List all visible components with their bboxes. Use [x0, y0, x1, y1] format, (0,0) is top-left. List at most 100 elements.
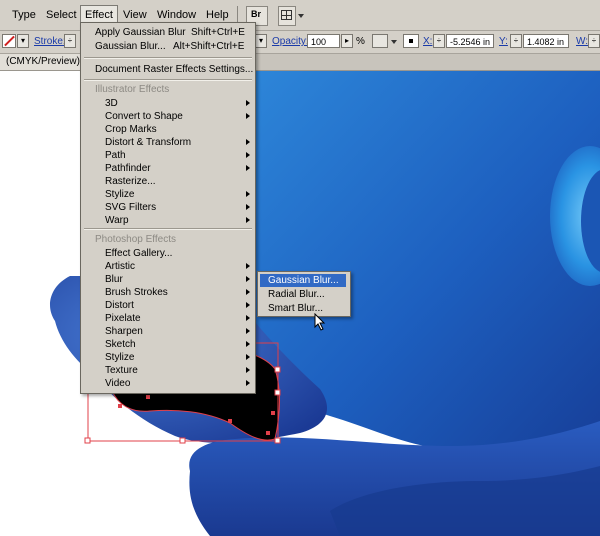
submenu-arrow-icon — [246, 315, 250, 321]
x-label[interactable]: X: — [423, 36, 432, 47]
menu-separator — [84, 79, 252, 81]
effect-menu-item-crop-marks[interactable]: Crop Marks — [83, 123, 253, 136]
stroke-swatch[interactable] — [2, 34, 16, 48]
effect-menu-item-texture[interactable]: Texture — [83, 364, 253, 377]
illustrator-effects-heading: Illustrator Effects — [95, 84, 170, 95]
y-input[interactable]: 1.4082 in — [523, 34, 569, 48]
raster-settings-item[interactable]: Document Raster Effects Settings... — [83, 63, 253, 76]
w-stepper[interactable]: ÷ — [588, 34, 600, 48]
submenu-arrow-icon — [246, 165, 250, 171]
y-stepper[interactable]: ÷ — [510, 34, 522, 48]
anchor-point[interactable] — [146, 395, 150, 399]
submenu-arrow-icon — [246, 204, 250, 210]
effect-menu-item-blur[interactable]: Blur — [83, 273, 253, 286]
menu-type[interactable]: Type — [8, 6, 40, 24]
bridge-label: Br — [251, 9, 262, 19]
chevron-down-icon[interactable] — [298, 14, 304, 18]
bbox-handle[interactable] — [84, 437, 91, 444]
x-stepper[interactable]: ÷ — [433, 34, 445, 48]
effect-menu-item-warp[interactable]: Warp — [83, 214, 253, 227]
bbox-handle[interactable] — [274, 437, 281, 444]
submenu-arrow-icon — [246, 152, 250, 158]
effect-menu-item-rasterize[interactable]: Rasterize... — [83, 175, 253, 188]
effect-menu-item-label: Convert to Shape — [105, 111, 183, 122]
anchor-point[interactable] — [228, 419, 232, 423]
document-tab[interactable]: (CMYK/Preview) — [0, 54, 87, 70]
chevron-down-icon[interactable]: ▾ — [17, 34, 29, 48]
last-effect-item[interactable]: Gaussian Blur... Alt+Shift+Ctrl+E — [83, 40, 253, 53]
effect-menu-item-label: Pathfinder — [105, 163, 151, 174]
no-stroke-icon — [4, 35, 15, 47]
blur-submenu-item-gaussian-blur[interactable]: Gaussian Blur... — [260, 274, 346, 287]
bbox-handle[interactable] — [274, 389, 281, 396]
blur-submenu-item-radial-blur[interactable]: Radial Blur... — [260, 288, 346, 301]
submenu-arrow-icon — [246, 263, 250, 269]
effect-menu-item-video[interactable]: Video — [83, 377, 253, 390]
stroke-label[interactable]: Stroke: — [34, 36, 66, 47]
effect-menu-item-path[interactable]: Path — [83, 149, 253, 162]
mouse-cursor-icon — [314, 313, 326, 331]
effect-menu-item-label: Warp — [105, 215, 129, 226]
effect-menu-item-stylize[interactable]: Stylize — [83, 188, 253, 201]
submenu-arrow-icon — [246, 328, 250, 334]
last-effect-shortcut: Alt+Shift+Ctrl+E — [173, 41, 245, 52]
effect-menu-item-pixelate[interactable]: Pixelate — [83, 312, 253, 325]
raster-settings-label: Document Raster Effects Settings... — [95, 64, 254, 75]
apply-last-effect-item[interactable]: Apply Gaussian Blur Shift+Ctrl+E — [83, 26, 253, 39]
submenu-arrow-icon — [246, 217, 250, 223]
effect-menu: Apply Gaussian Blur Shift+Ctrl+E Gaussia… — [80, 22, 256, 394]
effect-menu-item-convert-to-shape[interactable]: Convert to Shape — [83, 110, 253, 123]
anchor-point[interactable] — [266, 431, 270, 435]
effect-menu-item-distort[interactable]: Distort — [83, 299, 253, 312]
menu-select[interactable]: Select — [42, 6, 81, 24]
reference-point-icon[interactable] — [403, 34, 419, 48]
chevron-down-icon[interactable]: ▾ — [255, 34, 267, 48]
arrange-documents-button[interactable] — [278, 6, 296, 26]
y-label[interactable]: Y: — [499, 36, 508, 47]
submenu-arrow-icon — [246, 139, 250, 145]
effect-menu-item-svg-filters[interactable]: SVG Filters — [83, 201, 253, 214]
menu-separator — [84, 228, 252, 230]
effect-menu-item-brush-strokes[interactable]: Brush Strokes — [83, 286, 253, 299]
w-label[interactable]: W: — [576, 36, 588, 47]
effect-menu-item-label: Blur — [105, 274, 123, 285]
effect-menu-item-effect-gallery[interactable]: Effect Gallery... — [83, 247, 253, 260]
reference-point-dot — [409, 39, 413, 43]
chevron-down-icon[interactable] — [391, 40, 397, 44]
x-input[interactable]: -5.2546 in — [446, 34, 494, 48]
effect-menu-item-artistic[interactable]: Artistic — [83, 260, 253, 273]
stroke-weight-stepper[interactable]: ÷ — [64, 34, 76, 48]
last-effect-label: Gaussian Blur... — [95, 41, 166, 52]
effect-menu-item-label: SVG Filters — [105, 202, 157, 213]
effect-menu-item-label: Video — [105, 378, 131, 389]
effect-menu-item-3d[interactable]: 3D — [83, 97, 253, 110]
submenu-arrow-icon — [246, 380, 250, 386]
grid-icon — [281, 10, 292, 20]
recolor-icon[interactable] — [372, 34, 388, 48]
bbox-handle[interactable] — [274, 366, 281, 373]
effect-menu-item-stylize[interactable]: Stylize — [83, 351, 253, 364]
effect-menu-item-sharpen[interactable]: Sharpen — [83, 325, 253, 338]
effect-menu-item-pathfinder[interactable]: Pathfinder — [83, 162, 253, 175]
effect-menu-item-sketch[interactable]: Sketch — [83, 338, 253, 351]
apply-last-effect-shortcut: Shift+Ctrl+E — [191, 27, 245, 38]
effect-menu-item-label: Rasterize... — [105, 176, 156, 187]
opacity-input[interactable]: 100 — [307, 34, 340, 48]
effect-menu-item-label: Distort & Transform — [105, 137, 192, 148]
anchor-point[interactable] — [271, 411, 275, 415]
anchor-point[interactable] — [118, 404, 122, 408]
submenu-arrow-icon — [246, 302, 250, 308]
effect-menu-item-label: Pixelate — [105, 313, 141, 324]
effect-menu-item-distort-transform[interactable]: Distort & Transform — [83, 136, 253, 149]
bbox-handle[interactable] — [179, 437, 186, 444]
effect-menu-item-label: Brush Strokes — [105, 287, 168, 298]
effect-menu-item-label: Artistic — [105, 261, 135, 272]
submenu-arrow-icon — [246, 191, 250, 197]
submenu-arrow-icon — [246, 100, 250, 106]
blur-submenu-item-smart-blur[interactable]: Smart Blur... — [260, 302, 346, 315]
opacity-unit: % — [356, 36, 365, 47]
chevron-right-icon[interactable]: ▸ — [341, 34, 353, 48]
effect-menu-item-label: Texture — [105, 365, 138, 376]
submenu-arrow-icon — [246, 276, 250, 282]
opacity-label[interactable]: Opacity: — [272, 36, 309, 47]
